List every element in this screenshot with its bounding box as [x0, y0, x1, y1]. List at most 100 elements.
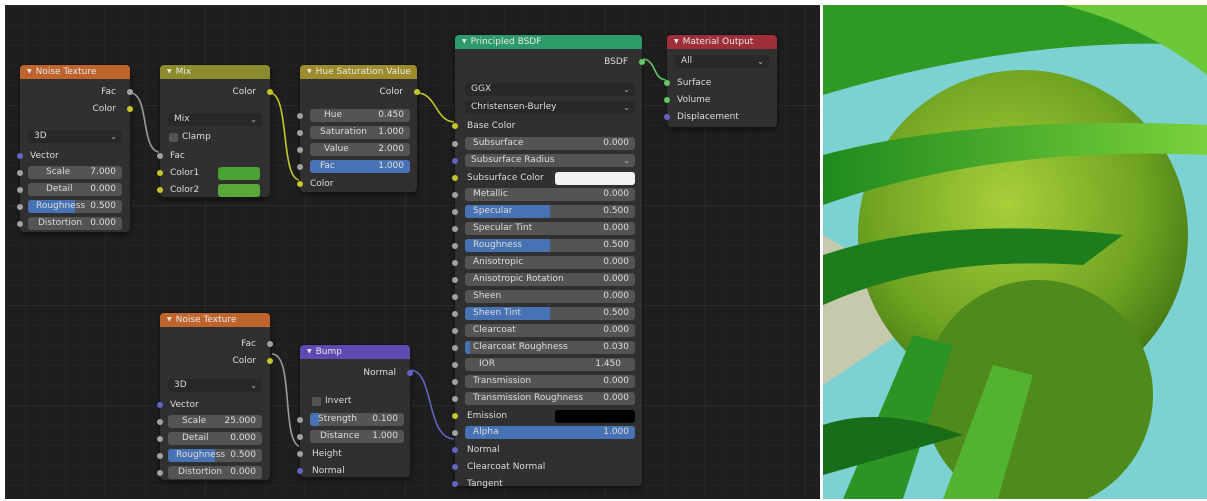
triangle-down-icon[interactable]: ▼ [674, 38, 679, 45]
input-sheen-tint-socket[interactable] [452, 311, 458, 317]
input-color-socket[interactable] [297, 181, 303, 187]
distribution-dropdown[interactable]: GGX ⌄ [465, 83, 635, 96]
input-roughness-socket[interactable] [452, 243, 458, 249]
output-color-socket[interactable] [267, 89, 273, 95]
output-fac-socket[interactable] [267, 341, 273, 347]
input-scale-socket[interactable] [17, 170, 23, 176]
input-base-color-socket[interactable] [452, 123, 458, 129]
roughness-slider[interactable]: Roughness 0.500 [168, 449, 262, 462]
metallic-field[interactable]: Metallic 0.000 [465, 188, 635, 201]
output-color-socket[interactable] [127, 106, 133, 112]
node-header[interactable]: ▼ Noise Texture [160, 313, 270, 327]
invert-checkbox[interactable] [312, 397, 321, 406]
color2-swatch[interactable] [218, 184, 260, 197]
distortion-field[interactable]: Distortion 0.000 [168, 466, 262, 479]
input-value-socket[interactable] [297, 147, 303, 153]
input-surface-socket[interactable] [664, 80, 670, 86]
triangle-down-icon[interactable]: ▼ [307, 68, 312, 75]
ior-field[interactable]: IOR 1.450 [465, 358, 635, 371]
input-clearcoat-normal-socket[interactable] [452, 464, 458, 470]
subsurface-radius-dropdown[interactable]: Subsurface Radius ⌄ [465, 154, 635, 167]
hue-field[interactable]: Hue 0.450 [310, 109, 410, 122]
input-tangent-socket[interactable] [452, 481, 458, 487]
input-color2-socket[interactable] [157, 187, 163, 193]
output-normal-socket[interactable] [407, 370, 413, 376]
target-dropdown[interactable]: All ⌄ [675, 55, 769, 68]
output-color-socket[interactable] [414, 89, 420, 95]
node-header[interactable]: ▼ Hue Saturation Value [300, 65, 417, 79]
scale-field[interactable]: Scale 7.000 [28, 166, 122, 179]
specular-tint-field[interactable]: Specular Tint 0.000 [465, 222, 635, 235]
roughness-slider[interactable]: Roughness 0.500 [28, 200, 122, 213]
subsurface-color-swatch[interactable] [555, 172, 635, 185]
emission-color-swatch[interactable] [555, 410, 635, 423]
node-header[interactable]: ▼ Noise Texture [20, 65, 130, 79]
input-strength-socket[interactable] [297, 417, 303, 423]
transmission-roughness-field[interactable]: Transmission Roughness 0.000 [465, 392, 635, 405]
input-alpha-socket[interactable] [452, 430, 458, 436]
mix-node[interactable]: ▼ Mix Color Mix ⌄ Clamp Fac Color1 Color2 [157, 65, 273, 197]
dimensions-dropdown[interactable]: 3D ⌄ [28, 130, 122, 143]
output-fac-socket[interactable] [127, 89, 133, 95]
input-subsurface-socket[interactable] [452, 141, 458, 147]
distortion-field[interactable]: Distortion 0.000 [28, 217, 122, 230]
color1-swatch[interactable] [218, 167, 260, 180]
detail-field[interactable]: Detail 0.000 [168, 432, 262, 445]
sheen-tint-slider[interactable]: Sheen Tint 0.500 [465, 307, 635, 320]
input-saturation-socket[interactable] [297, 130, 303, 136]
input-transmission-socket[interactable] [452, 379, 458, 385]
input-fac-socket[interactable] [297, 164, 303, 170]
node-header[interactable]: ▼ Material Output [667, 35, 777, 49]
input-transmission-roughness-socket[interactable] [452, 396, 458, 402]
input-subsurface-radius-socket[interactable] [452, 158, 458, 164]
strength-slider[interactable]: Strength 0.100 [310, 413, 404, 426]
triangle-down-icon[interactable]: ▼ [167, 316, 172, 323]
input-scale-socket[interactable] [157, 419, 163, 425]
hue-saturation-value-node[interactable]: ▼ Hue Saturation Value Color Hue 0.450 Sat… [297, 65, 420, 192]
saturation-field[interactable]: Saturation 1.000 [310, 126, 410, 139]
input-ior-socket[interactable] [452, 362, 458, 368]
value-field[interactable]: Value 2.000 [310, 143, 410, 156]
input-displacement-socket[interactable] [664, 114, 670, 120]
scale-field[interactable]: Scale 25.000 [168, 415, 262, 428]
input-vector-socket[interactable] [157, 402, 163, 408]
triangle-down-icon[interactable]: ▼ [307, 348, 312, 355]
input-anisotropic-rotation-socket[interactable] [452, 277, 458, 283]
input-roughness-socket[interactable] [157, 453, 163, 459]
noise-texture-node-1[interactable]: ▼ Noise Texture Fac Color 3D ⌄ Vector Scal… [17, 65, 133, 232]
input-volume-socket[interactable] [664, 97, 670, 103]
roughness-slider[interactable]: Roughness 0.500 [465, 239, 635, 252]
input-sheen-socket[interactable] [452, 294, 458, 300]
input-normal-socket[interactable] [452, 447, 458, 453]
input-anisotropic-socket[interactable] [452, 260, 458, 266]
triangle-down-icon[interactable]: ▼ [27, 68, 32, 75]
triangle-down-icon[interactable]: ▼ [462, 38, 467, 45]
fac-slider[interactable]: Fac 1.000 [310, 160, 410, 173]
clamp-checkbox[interactable] [169, 133, 178, 142]
material-output-node[interactable]: ▼ Material Output All ⌄ Surface Volume Dis… [664, 35, 777, 127]
blend-mode-dropdown[interactable]: Mix ⌄ [168, 113, 262, 126]
anisotropic-rotation-field[interactable]: Anisotropic Rotation 0.000 [465, 273, 635, 286]
input-hue-socket[interactable] [297, 113, 303, 119]
input-distance-socket[interactable] [297, 434, 303, 440]
node-header[interactable]: ▼ Principled BSDF [455, 35, 642, 49]
node-header[interactable]: ▼ Mix [160, 65, 270, 79]
anisotropic-field[interactable]: Anisotropic 0.000 [465, 256, 635, 269]
node-header[interactable]: ▼ Bump [300, 345, 410, 359]
subsurface-method-dropdown[interactable]: Christensen-Burley ⌄ [465, 101, 635, 114]
distance-field[interactable]: Distance 1.000 [310, 430, 404, 443]
input-fac-socket[interactable] [157, 153, 163, 159]
transmission-field[interactable]: Transmission 0.000 [465, 375, 635, 388]
input-height-socket[interactable] [297, 451, 303, 457]
noise-texture-node-2[interactable]: ▼ Noise Texture Fac Color 3D ⌄ Vector Scal… [157, 313, 273, 480]
clearcoat-roughness-slider[interactable]: Clearcoat Roughness 0.030 [465, 341, 635, 354]
dimensions-dropdown[interactable]: 3D ⌄ [168, 379, 262, 392]
specular-slider[interactable]: Specular 0.500 [465, 205, 635, 218]
input-detail-socket[interactable] [17, 187, 23, 193]
input-distortion-socket[interactable] [157, 470, 163, 476]
sheen-field[interactable]: Sheen 0.000 [465, 290, 635, 303]
input-roughness-socket[interactable] [17, 204, 23, 210]
output-color-socket[interactable] [267, 358, 273, 364]
input-specular-tint-socket[interactable] [452, 226, 458, 232]
input-vector-socket[interactable] [17, 153, 23, 159]
